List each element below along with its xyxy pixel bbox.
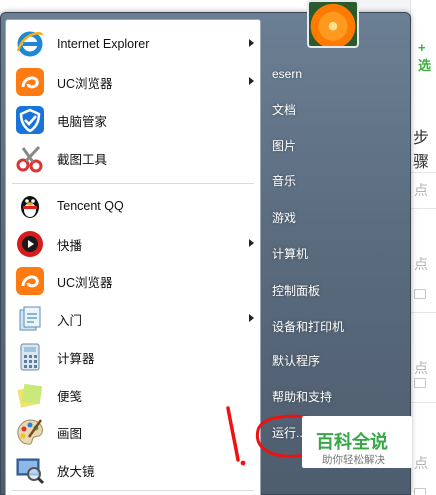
right-item-documents[interactable]: 文档 xyxy=(272,101,296,118)
bg-hint-text: 点 xyxy=(414,455,428,471)
pc-manager-shield-icon xyxy=(14,104,46,136)
program-label: 放大镜 xyxy=(57,464,95,479)
program-getting-started[interactable]: 入门 xyxy=(10,301,256,337)
getting-started-icon xyxy=(14,303,46,335)
uc-browser-icon xyxy=(14,66,46,98)
right-item-computer[interactable]: 计算机 xyxy=(272,245,308,262)
watermark-subtitle: 助你轻松解决 xyxy=(322,454,385,466)
bg-image-icon xyxy=(414,378,426,388)
program-label: 截图工具 xyxy=(57,152,108,167)
program-label: Tencent QQ xyxy=(57,199,124,213)
program-label: 电脑管家 xyxy=(57,114,108,129)
submenu-arrow-icon[interactable] xyxy=(249,314,254,322)
right-item-help-support[interactable]: 帮助和支持 xyxy=(272,388,332,405)
program-label: Internet Explorer xyxy=(57,37,150,51)
program-sticky-notes[interactable]: 便笺 xyxy=(10,377,256,413)
right-item-pictures[interactable]: 图片 xyxy=(272,137,296,154)
bg-divider xyxy=(410,208,436,209)
bg-divider xyxy=(410,402,436,403)
bg-divider xyxy=(410,172,436,173)
right-item-control-panel[interactable]: 控制面板 xyxy=(272,282,320,299)
user-avatar[interactable] xyxy=(307,0,359,48)
right-item-user[interactable]: esern xyxy=(272,67,302,81)
qvod-player-icon xyxy=(14,228,46,260)
submenu-arrow-icon[interactable] xyxy=(249,77,254,85)
watermark-title: 百科全说 xyxy=(316,432,388,452)
program-label: 画图 xyxy=(57,426,83,441)
program-label: 计算器 xyxy=(57,351,95,366)
program-label: 入门 xyxy=(57,313,83,328)
program-uc-browser[interactable]: UC浏览器 xyxy=(10,64,256,100)
sticky-notes-icon xyxy=(14,379,46,411)
program-calculator[interactable]: 计算器 xyxy=(10,339,256,375)
bg-step-heading: 步骤 xyxy=(413,130,430,171)
calculator-icon xyxy=(14,341,46,373)
program-internet-explorer[interactable]: Internet Explorer xyxy=(10,26,256,62)
programs-pane: Internet Explorer UC浏览器 电脑管家 截图工具 Tencen… xyxy=(5,19,261,495)
right-item-music[interactable]: 音乐 xyxy=(272,172,296,189)
program-uc-browser-2[interactable]: UC浏览器 xyxy=(10,263,256,299)
bg-image-icon xyxy=(414,289,426,299)
bg-image-icon xyxy=(414,488,426,495)
right-item-run[interactable]: 运行... xyxy=(272,424,306,441)
program-snipping-tool[interactable]: 截图工具 xyxy=(10,140,256,176)
watermark: 百科全说 助你轻松解决 xyxy=(302,416,412,468)
paint-palette-icon xyxy=(14,416,46,448)
qq-penguin-icon xyxy=(14,190,46,222)
program-pc-manager[interactable]: 电脑管家 xyxy=(10,102,256,138)
program-magnifier[interactable]: 放大镜 xyxy=(10,452,256,488)
program-label: 便笺 xyxy=(57,389,83,404)
scissors-icon xyxy=(14,142,46,174)
uc-browser-icon xyxy=(14,265,46,297)
right-item-default-programs[interactable]: 默认程序 xyxy=(272,352,320,369)
bg-hint-text: 点 xyxy=(414,256,428,272)
program-tencent-qq[interactable]: Tencent QQ xyxy=(10,188,256,224)
right-item-games[interactable]: 游戏 xyxy=(272,209,296,226)
program-list-separator xyxy=(12,490,254,491)
program-list-separator xyxy=(12,183,254,184)
right-item-devices-printers[interactable]: 设备和打印机 xyxy=(272,318,344,335)
program-qvod[interactable]: 快播 xyxy=(10,226,256,262)
submenu-arrow-icon[interactable] xyxy=(249,39,254,47)
bg-add-button[interactable]: + 选 xyxy=(418,40,436,74)
program-paint[interactable]: 画图 xyxy=(10,414,256,450)
program-label: UC浏览器 xyxy=(57,76,113,91)
bg-right-panel xyxy=(410,0,436,495)
ie-icon xyxy=(14,28,46,60)
program-label: 快播 xyxy=(57,238,83,253)
bg-hint-text: 点 xyxy=(414,360,428,376)
bg-top-strip xyxy=(0,0,180,12)
bg-hint-text: 点 xyxy=(414,182,428,198)
bg-divider xyxy=(410,312,436,313)
magnifier-icon xyxy=(14,454,46,486)
submenu-arrow-icon[interactable] xyxy=(249,239,254,247)
program-label: UC浏览器 xyxy=(57,275,113,290)
